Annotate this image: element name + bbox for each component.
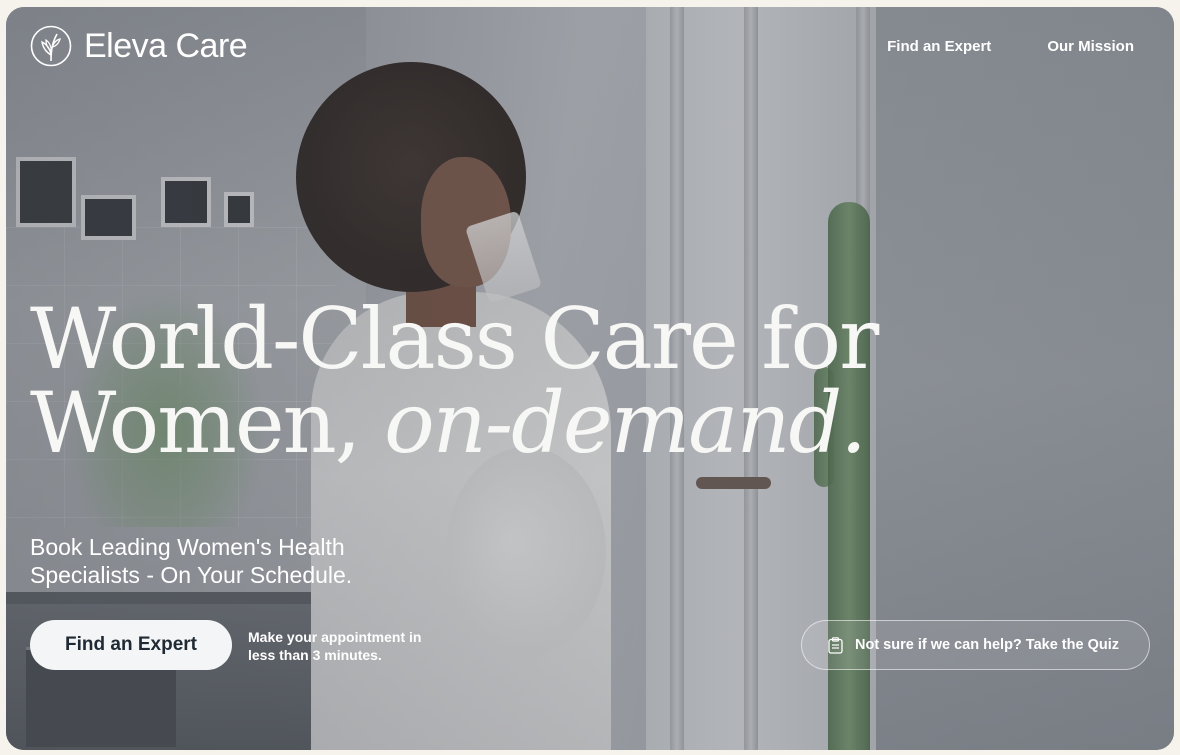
quiz-label: Not sure if we can help? Take the Quiz xyxy=(855,637,1120,653)
hero-section: Eleva Care Find an Expert Our Mission Wo… xyxy=(6,7,1174,750)
headline-line-2: Women, xyxy=(30,374,385,472)
take-quiz-button[interactable]: Not sure if we can help? Take the Quiz xyxy=(801,620,1150,670)
headline-emphasis: on-demand. xyxy=(384,374,867,472)
brand-name: Eleva Care xyxy=(84,26,248,65)
olive-branch-icon xyxy=(30,25,72,67)
find-expert-button[interactable]: Find an Expert xyxy=(30,620,232,670)
hero-headline: World-Class Care for Women, on-demand. xyxy=(30,297,1030,465)
nav-link-find-expert[interactable]: Find an Expert xyxy=(887,38,991,55)
main-nav: Find an Expert Our Mission xyxy=(887,38,1134,55)
clipboard-icon xyxy=(828,636,843,654)
brand-logo[interactable]: Eleva Care xyxy=(30,25,248,67)
nav-link-our-mission[interactable]: Our Mission xyxy=(1047,38,1134,55)
hero-subheadline: Book Leading Women's Health Specialists … xyxy=(30,534,353,588)
appointment-note: Make your appointment in less than 3 min… xyxy=(248,629,422,663)
